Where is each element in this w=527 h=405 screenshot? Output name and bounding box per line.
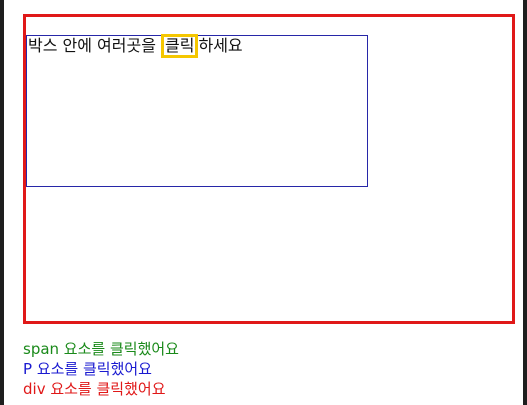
paragraph-text: 박스 안에 여러곳을 클릭 하세요 [28,34,243,58]
paragraph-text-after: 하세요 [198,36,243,55]
log-line-div: div 요소를 클릭했어요 [23,380,166,398]
span-click-target[interactable]: 클릭 [161,34,199,58]
inner-paragraph-box[interactable]: 박스 안에 여러곳을 클릭 하세요 [26,34,368,187]
log-line-span: span 요소를 클릭했어요 [23,340,179,358]
window-edge-left [0,0,4,405]
log-line-p: P 요소를 클릭했어요 [23,360,152,378]
paragraph-text-before: 박스 안에 여러곳을 [28,36,162,55]
window-edge-right [523,0,527,405]
outer-div-box[interactable]: 박스 안에 여러곳을 클릭 하세요 [23,14,515,324]
